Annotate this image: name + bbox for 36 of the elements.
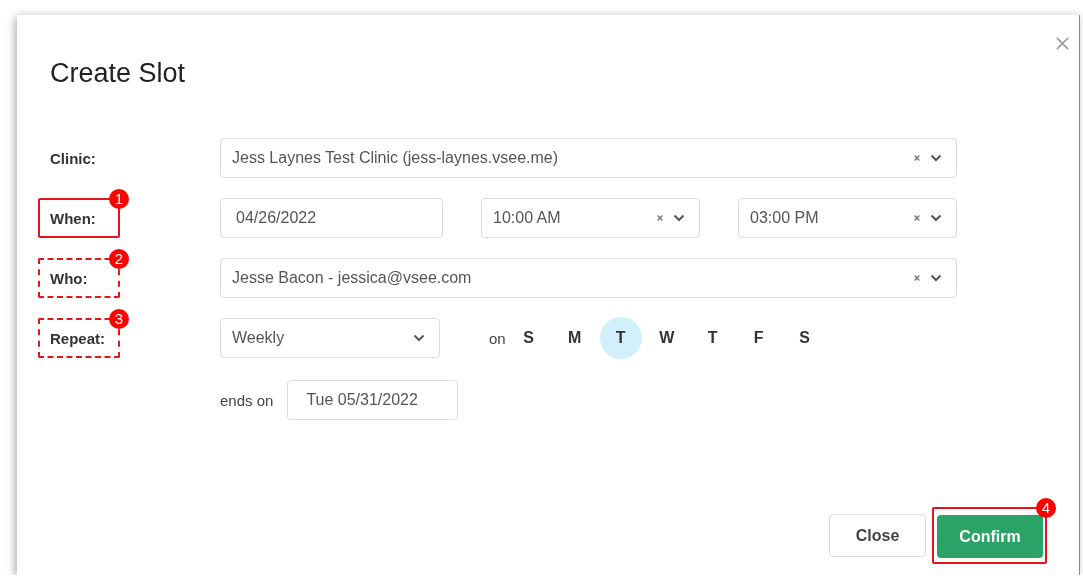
number-badge: 2: [109, 249, 129, 269]
dialog-title: Create Slot: [50, 57, 187, 90]
weekday-toggle[interactable]: M: [553, 317, 596, 359]
field-label: Repeat:: [50, 329, 105, 347]
weekday-toggle[interactable]: S: [783, 317, 826, 359]
close-icon[interactable]: [1055, 36, 1070, 51]
clear-icon[interactable]: [656, 214, 664, 222]
select-field[interactable]: Jess Laynes Test Clinic (jess-laynes.vsee.me): [220, 138, 957, 178]
number-badge: 1: [109, 189, 129, 209]
clear-icon[interactable]: [913, 214, 921, 222]
field-label: Clinic:: [49, 149, 96, 167]
clear-icon[interactable]: [913, 154, 921, 162]
weekday-toggle[interactable]: T: [599, 317, 642, 359]
weekday-toggle[interactable]: T: [691, 317, 734, 359]
chevron-down-icon[interactable]: [930, 214, 942, 222]
select-field[interactable]: 10:00 AM: [481, 198, 700, 238]
field-label: When:: [50, 209, 96, 227]
end-date-field[interactable]: Tue 05/31/2022: [287, 380, 459, 420]
select-field[interactable]: Jesse Bacon - jessica@vsee.com: [220, 258, 957, 298]
number-badge: 3: [109, 309, 129, 329]
clear-icon[interactable]: [913, 274, 921, 282]
chevron-down-icon[interactable]: [930, 274, 942, 282]
on-label: on: [489, 329, 506, 347]
field-label: Who:: [50, 269, 88, 287]
chevron-down-icon[interactable]: [673, 214, 685, 222]
date-field[interactable]: 04/26/2022: [220, 198, 443, 238]
chevron-down-icon[interactable]: [930, 154, 942, 162]
chevron-down-icon[interactable]: [413, 334, 425, 342]
weekday-toggle[interactable]: W: [645, 317, 688, 359]
ends-label: ends on: [220, 391, 274, 409]
weekday-toggle[interactable]: F: [737, 317, 780, 359]
close-button[interactable]: Close: [829, 514, 926, 557]
number-badge: 4: [1036, 498, 1056, 518]
select-field[interactable]: Weekly: [220, 318, 440, 358]
weekday-toggle[interactable]: S: [507, 317, 550, 359]
select-field[interactable]: 03:00 PM: [738, 198, 957, 238]
